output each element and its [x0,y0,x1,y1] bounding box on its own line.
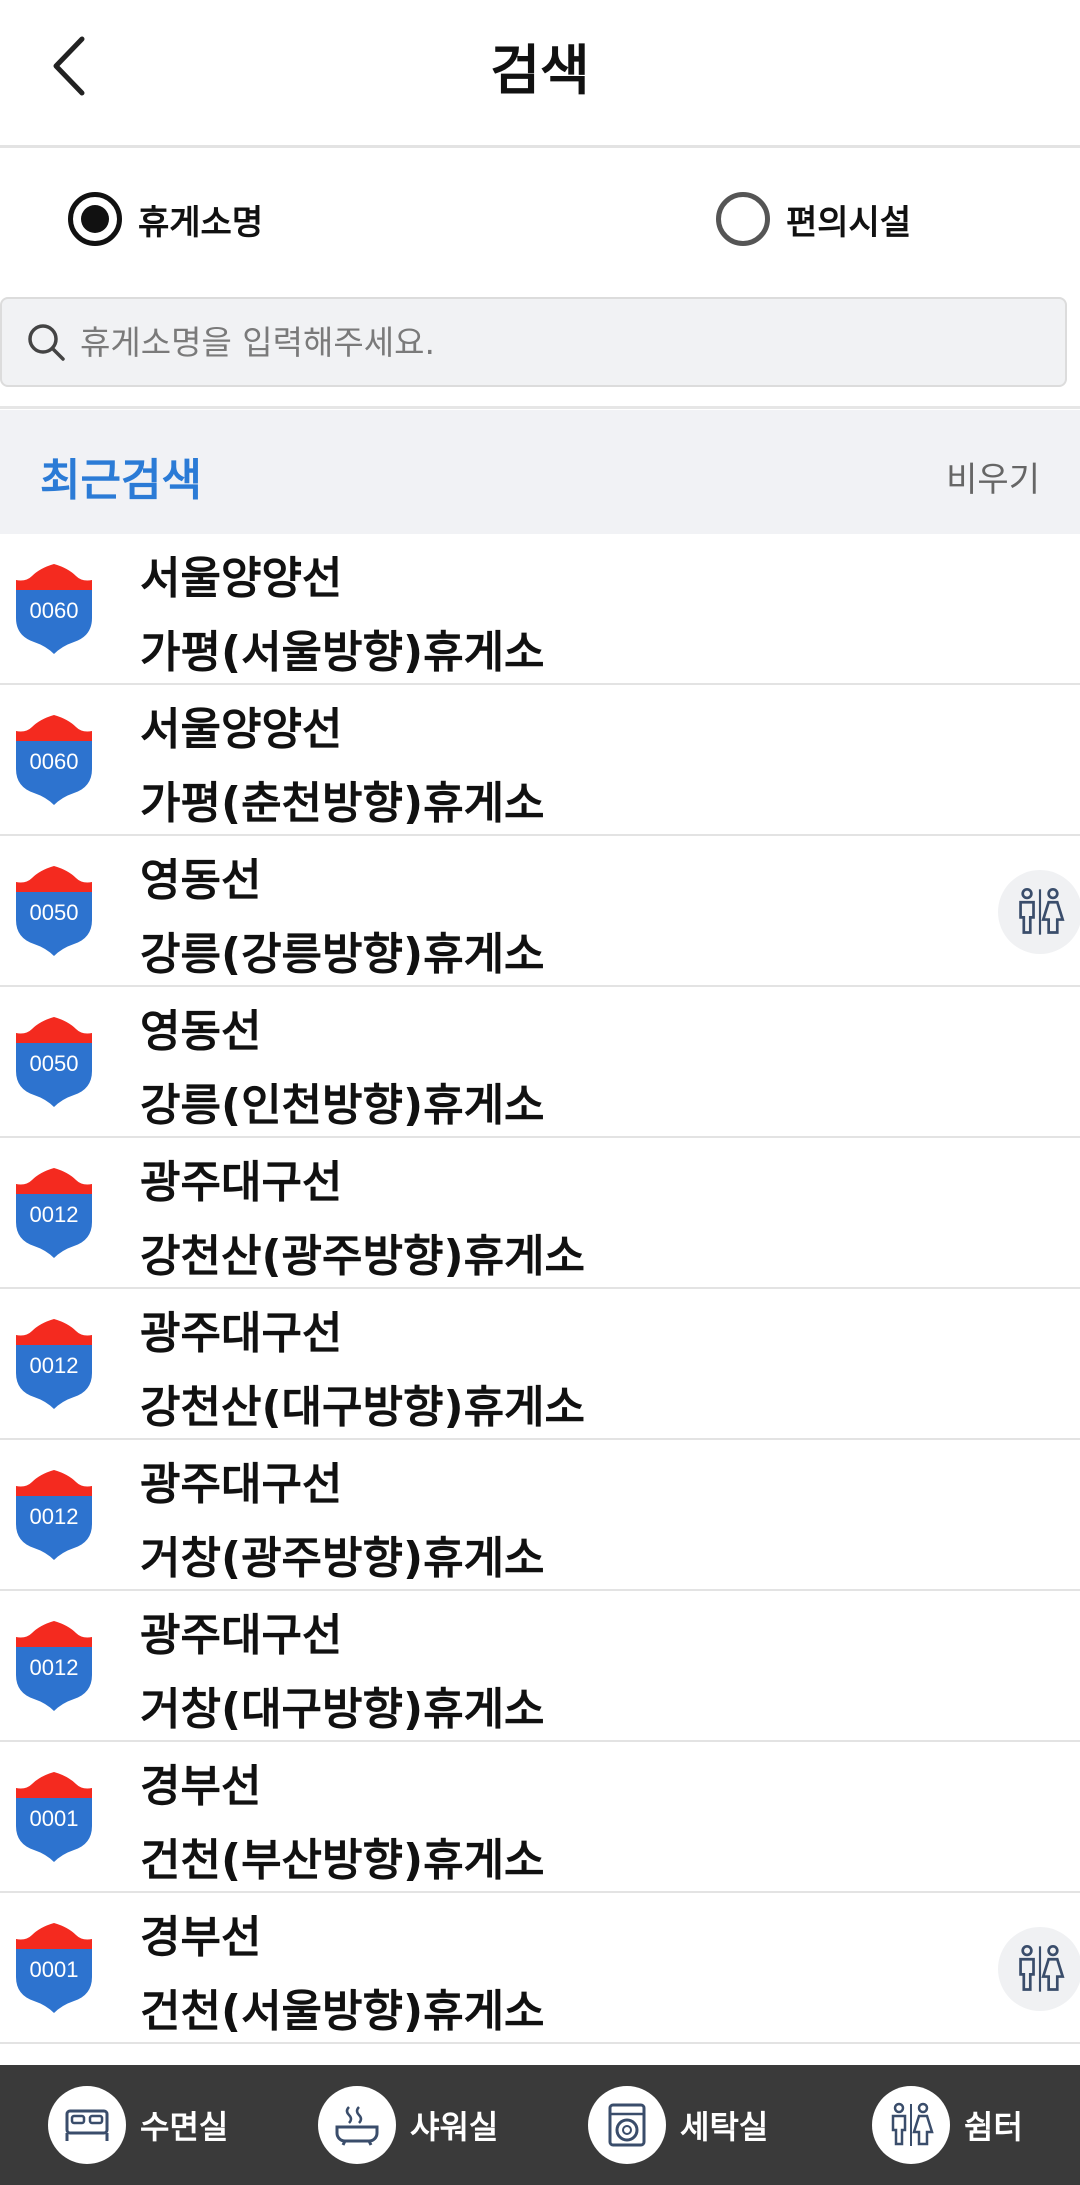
tab-label: 샤워실 [410,2108,499,2146]
route-number: 0001 [29,1957,79,1982]
tab-laundry-room[interactable]: 세탁실 [588,2065,768,2185]
washing-machine-icon [588,2086,666,2164]
route-number: 0050 [29,900,79,925]
rest-area-name: 강릉(강릉방향)휴게소 [140,929,545,980]
route-shield-icon: 0012 [12,1315,96,1411]
rest-area-name: 거창(대구방향)휴게소 [140,1684,545,1735]
page-title: 검색 [490,39,590,102]
rest-area-name: 가평(서울방향)휴게소 [140,627,545,678]
route-number: 0012 [29,1202,79,1227]
rest-area-name: 강릉(인천방향)휴게소 [140,1080,545,1131]
list-item[interactable]: 0060 서울양양선가평(서울방향)휴게소 [0,534,1080,685]
tab-shelter[interactable]: 쉼터 [872,2065,1023,2185]
radio-unchecked-icon [716,192,770,246]
bottom-tab-bar: 수면실 샤워실 세탁실 쉼터 [0,2065,1080,2185]
list-item[interactable]: 0050 영동선강릉(인천방향)휴게소 [0,987,1080,1138]
route-name: 경부선 [140,1761,262,1812]
bathtub-icon [318,2086,396,2164]
route-name: 광주대구선 [140,1157,343,1208]
route-number: 0012 [29,1655,79,1680]
route-shield-icon: 0050 [12,1013,96,1109]
route-shield-icon: 0001 [12,1768,96,1864]
route-shield-icon: 0012 [12,1466,96,1562]
tab-shower-room[interactable]: 샤워실 [318,2065,498,2185]
tab-label: 세탁실 [680,2108,769,2146]
route-name: 서울양양선 [140,553,343,604]
search-icon [28,324,65,361]
clear-recent-button[interactable]: 비우기 [946,452,1040,501]
route-name: 영동선 [140,855,262,906]
route-name: 광주대구선 [140,1308,343,1359]
rest-area-name: 건천(부산방향)휴게소 [140,1835,545,1886]
route-name: 영동선 [140,1006,262,1057]
radio-checked-icon [68,192,122,246]
list-item[interactable]: 0001 경부선건천(부산방향)휴게소 [0,1742,1080,1893]
list-item[interactable]: 0012 광주대구선강천산(대구방향)휴게소 [0,1289,1080,1440]
route-number: 0060 [29,598,79,623]
tab-label: 쉼터 [964,2108,1023,2146]
tab-label: 수면실 [140,2108,229,2146]
search-screen: 검색 휴게소명 편의시설 최근검색 비우기 0060서울양양선가평(서울방향)휴… [0,0,1080,2185]
list-item[interactable]: 0012 광주대구선거창(대구방향)휴게소 [0,1591,1080,1742]
rest-area-name: 강천산(광주방향)휴게소 [140,1231,586,1282]
divider [0,406,1080,409]
list-item[interactable]: 0060 서울양양선가평(춘천방향)휴게소 [0,685,1080,836]
route-shield-icon: 0012 [12,1164,96,1260]
bed-icon [48,2086,126,2164]
rest-area-name: 거창(광주방향)휴게소 [140,1533,545,1584]
recent-search-title: 최근검색 [40,455,202,506]
list-item[interactable]: 0012 광주대구선강천산(광주방향)휴게소 [0,1138,1080,1289]
route-number: 0012 [29,1353,79,1378]
rest-area-name: 건천(서울방향)휴게소 [140,1986,545,2037]
restroom-icon [998,1927,1080,2011]
route-name: 서울양양선 [140,704,343,755]
route-shield-icon: 0012 [12,1617,96,1713]
route-number: 0060 [29,749,79,774]
list-item[interactable]: 0050 영동선강릉(강릉방향)휴게소 [0,836,1080,987]
tab-sleeping-room[interactable]: 수면실 [48,2065,228,2185]
route-number: 0050 [29,1051,79,1076]
route-number: 0012 [29,1504,79,1529]
route-name: 광주대구선 [140,1610,343,1661]
route-shield-icon: 0001 [12,1919,96,2015]
search-type-selector: 휴게소명 편의시설 [0,150,1080,290]
restroom-icon [872,2086,950,2164]
recent-search-header: 최근검색 비우기 [0,410,1080,534]
route-shield-icon: 0060 [12,560,96,656]
restroom-icon [998,870,1080,954]
route-shield-icon: 0060 [12,711,96,807]
app-header: 검색 [0,0,1080,148]
radio-rest-area-name[interactable]: 휴게소명 [68,188,263,250]
search-input[interactable] [80,322,1040,362]
list-item[interactable]: 0001 경부선건천(서울방향)휴게소 [0,1893,1080,2044]
radio-label: 편의시설 [786,202,912,243]
rest-area-name: 강천산(대구방향)휴게소 [140,1382,586,1433]
recent-search-list: 0060 서울양양선 가평(서울방향)휴게소 0060 서울양양선 가평(춘천방향)휴게소… [0,534,1080,2044]
radio-label: 휴게소명 [138,202,264,243]
radio-facility[interactable]: 편의시설 [716,188,911,250]
route-shield-icon: 0050 [12,862,96,958]
route-number: 0001 [29,1806,79,1831]
list-item[interactable]: 0012 광주대구선거창(광주방향)휴게소 [0,1440,1080,1591]
search-bar [0,297,1067,387]
rest-area-name: 가평(춘천방향)휴게소 [140,778,545,829]
route-name: 경부선 [140,1912,262,1963]
route-name: 광주대구선 [140,1459,343,1510]
